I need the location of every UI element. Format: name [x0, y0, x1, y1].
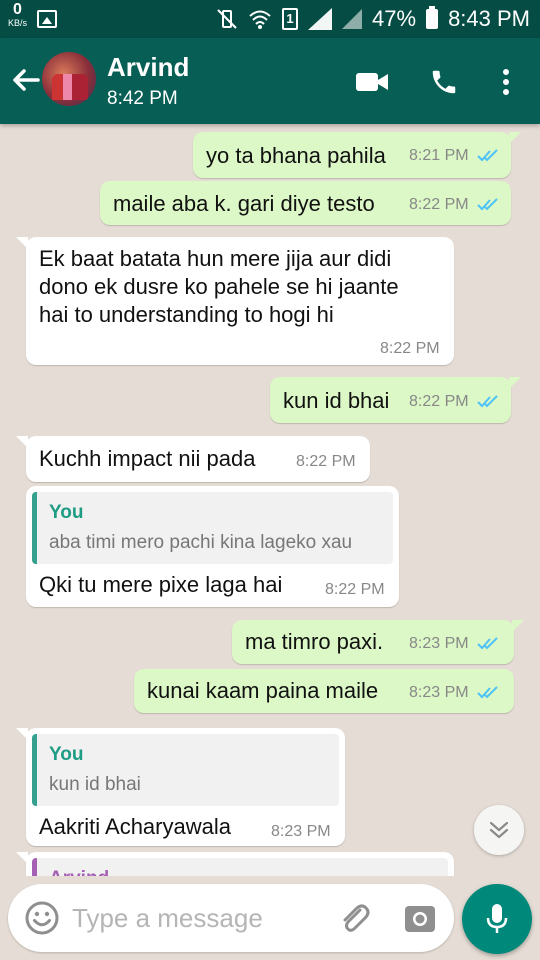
microphone-icon [486, 904, 508, 933]
quoted-text: aba timi mero pachi kina lageko xau [49, 532, 353, 553]
message-outgoing[interactable]: yo ta bhana pahila 8:21 PM [193, 132, 521, 178]
message-incoming-reply[interactable]: You aba timi mero pachi kina lageko xau … [26, 486, 399, 607]
message-text: Qki tu mere pixe laga hai [39, 572, 283, 597]
double-chevron-down-icon [489, 821, 509, 839]
message-outgoing[interactable]: ma timro paxi. 8:23 PM [232, 620, 524, 664]
contact-name[interactable]: Arvind [107, 52, 189, 83]
last-seen-time: 8:42 PM [107, 88, 178, 109]
message-text: maile aba k. gari diye testo [113, 191, 375, 216]
quoted-author: You [49, 502, 84, 523]
read-receipt-icon [477, 637, 498, 650]
chat-header: Arvind 8:42 PM [0, 38, 540, 124]
message-incoming[interactable]: Ek baat batata hun mere jija aur didi do… [16, 237, 454, 365]
status-time: 8:43 PM [448, 6, 530, 31]
contact-avatar[interactable] [42, 52, 96, 106]
message-time: 8:23 PM [409, 635, 469, 652]
message-time: 8:22 PM [325, 581, 385, 598]
network-speed-value: 0 [13, 1, 22, 18]
message-text: kun id bhai [283, 388, 390, 413]
quoted-author: You [49, 744, 84, 765]
phone-icon [432, 70, 456, 94]
quoted-message[interactable]: Arvind [32, 858, 448, 876]
message-time: 8:22 PM [296, 453, 356, 470]
quoted-text: kun id bhai [49, 774, 141, 795]
message-text: kunai kaam paina maile [147, 678, 379, 703]
message-input[interactable]: Type a message [72, 903, 263, 934]
message-text: yo ta bhana pahila [206, 143, 386, 168]
message-outgoing[interactable]: maile aba k. gari diye testo 8:22 PM [100, 181, 511, 225]
message-time: 8:22 PM [380, 340, 440, 357]
wifi-icon [249, 10, 271, 29]
network-speed: 0 KB/s [8, 2, 27, 28]
message-time: 8:23 PM [409, 684, 469, 701]
message-text-line: hai to understanding to hogi hi [39, 302, 334, 327]
message-composer: Type a message [8, 884, 454, 952]
battery-icon [426, 6, 439, 29]
message-time: 8:21 PM [409, 147, 469, 164]
battery-percent: 47% [372, 6, 417, 31]
message-time: 8:23 PM [271, 823, 331, 840]
signal-strength-secondary-icon [342, 9, 363, 29]
paperclip-icon[interactable] [336, 900, 372, 936]
message-time: 8:22 PM [409, 393, 469, 410]
read-receipt-icon [477, 686, 498, 699]
network-speed-unit: KB/s [8, 18, 28, 28]
message-incoming-reply[interactable]: You kun id bhai Aakriti Acharyawala 8:23… [16, 728, 345, 846]
scroll-to-bottom-button[interactable] [474, 805, 524, 855]
quoted-message[interactable]: You aba timi mero pachi kina lageko xau [32, 492, 393, 564]
message-text-line: Ek baat batata hun mere jija aur didi [39, 246, 392, 271]
gallery-notification-icon [37, 10, 58, 28]
more-options-button[interactable] [486, 62, 526, 102]
read-receipt-icon [477, 149, 498, 162]
vibrate-off-icon [217, 9, 237, 29]
back-arrow-icon[interactable] [10, 60, 42, 100]
camera-icon[interactable] [402, 900, 438, 936]
status-bar: 0 KB/s 1 47% 8:43 PM [0, 0, 540, 38]
more-vert-icon [503, 69, 509, 95]
sim-slot-icon: 1 [282, 8, 299, 30]
voice-call-button[interactable] [424, 62, 464, 102]
read-receipt-icon [477, 198, 498, 211]
message-time: 8:22 PM [409, 196, 469, 213]
emoji-icon[interactable] [24, 900, 60, 936]
message-outgoing[interactable]: kun id bhai 8:22 PM [270, 377, 521, 423]
video-call-icon [356, 73, 388, 91]
quoted-message[interactable]: You kun id bhai [32, 734, 339, 806]
video-call-button[interactable] [352, 62, 392, 102]
message-list[interactable]: yo ta bhana pahila 8:21 PM maile aba k. … [0, 124, 540, 876]
voice-message-button[interactable] [462, 884, 532, 954]
message-incoming-reply[interactable]: Arvind [16, 852, 454, 876]
message-text: Kuchh impact nii pada [39, 446, 256, 471]
message-text-line: dono ek dusre ko pahele se hi jaante [39, 274, 399, 299]
message-incoming[interactable]: Kuchh impact nii pada 8:22 PM [16, 436, 370, 482]
read-receipt-icon [477, 395, 498, 408]
signal-strength-icon [308, 8, 333, 30]
quoted-author: Arvind [49, 868, 109, 876]
message-text: ma timro paxi. [245, 629, 384, 654]
message-text: Aakriti Acharyawala [39, 814, 231, 839]
message-outgoing[interactable]: kunai kaam paina maile 8:23 PM [134, 669, 514, 713]
